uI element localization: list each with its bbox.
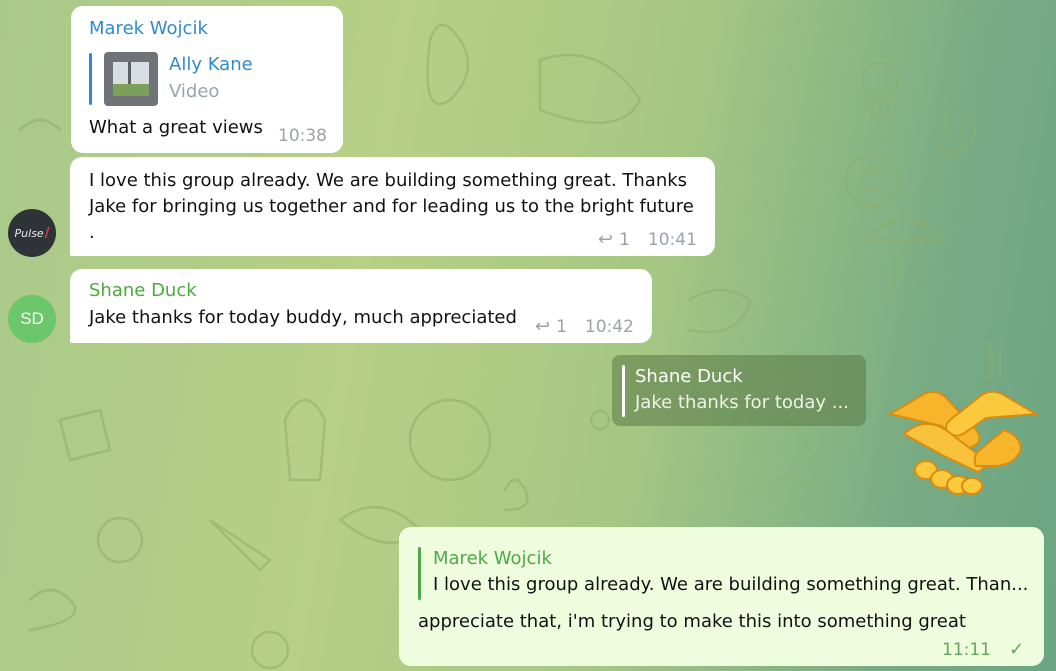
message-text-line3: . (89, 222, 95, 243)
message-bubble-shane[interactable]: Shane Duck Jake thanks for today buddy, … (70, 269, 652, 343)
message-text: Jake thanks for today buddy, much apprec… (89, 307, 517, 328)
sender-name[interactable]: Marek Wojcik (89, 17, 208, 41)
time-label: 11:11 (942, 640, 991, 660)
forward-media-type: Video (169, 81, 220, 102)
time-label: 10:38 (278, 126, 327, 146)
avatar-shane-duck[interactable]: SD (8, 295, 56, 343)
time-label: 10:42 (584, 317, 634, 337)
quote-sender[interactable]: Marek Wojcik (433, 547, 552, 571)
reply-icon[interactable]: ↩ (598, 227, 613, 253)
quote-bar (622, 365, 625, 417)
message-bubble-outgoing[interactable]: Marek Wojcik I love this group already. … (399, 527, 1044, 666)
avatar-logo-text: Pulse (14, 226, 44, 240)
message-text: appreciate that, i'm trying to make this… (418, 611, 966, 632)
message-bubble-pulse[interactable]: I love this group already. We are buildi… (70, 157, 715, 256)
message-bubble-marek[interactable]: Marek Wojcik Ally Kane Video What a grea… (71, 6, 343, 153)
time-label: 10:41 (647, 230, 697, 250)
reply-count[interactable]: 1 (556, 314, 567, 340)
handshake-sticker[interactable] (884, 386, 1042, 498)
avatar-initials: SD (20, 309, 44, 328)
message-meta: ↩ 1 10:42 (535, 314, 634, 340)
reply-icon[interactable]: ↩ (535, 314, 550, 340)
avatar-pulse[interactable]: Pulse / (8, 209, 56, 257)
quote-text: Jake thanks for today ... (635, 392, 849, 413)
message-meta: ↩ 1 10:41 (598, 227, 697, 253)
read-check-icon: ✓ (1009, 639, 1025, 660)
sticker-reply-quote[interactable]: Shane Duck Jake thanks for today ... (612, 355, 866, 426)
forward-from-name[interactable]: Ally Kane (169, 53, 253, 77)
message-text-line1: I love this group already. We are buildi… (89, 170, 688, 191)
message-meta: 11:11 ✓ (942, 637, 1024, 663)
message-text-line2: Jake for bringing us together and for le… (89, 196, 694, 217)
video-thumbnail[interactable] (104, 52, 158, 106)
message-text: What a great views (89, 117, 263, 138)
forward-bar (89, 53, 92, 105)
quote-bar (418, 547, 421, 600)
message-time: 10:38 (278, 123, 327, 149)
sender-name[interactable]: Shane Duck (89, 279, 197, 303)
quote-sender: Shane Duck (635, 366, 743, 387)
reply-count[interactable]: 1 (619, 227, 630, 253)
quote-text[interactable]: I love this group already. We are buildi… (433, 572, 1028, 598)
pulse-slash-icon: / (44, 225, 50, 241)
